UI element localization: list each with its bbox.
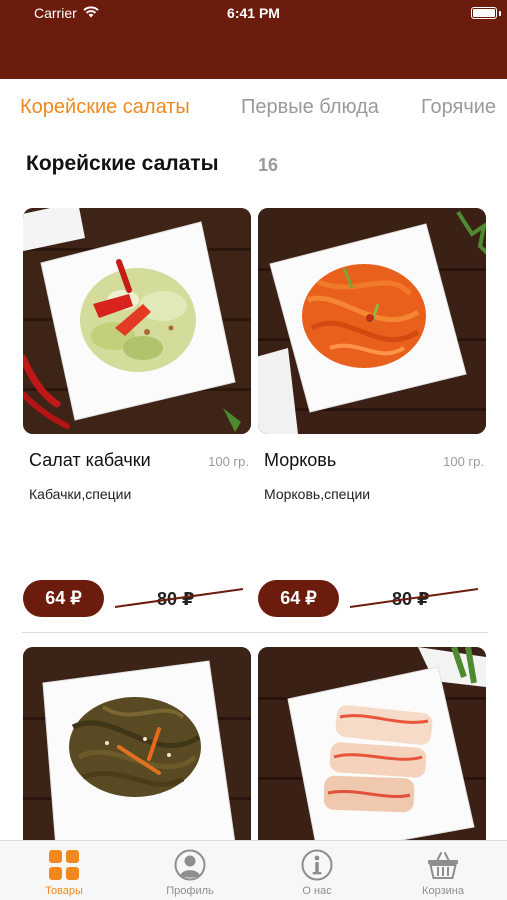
profile-icon bbox=[174, 849, 206, 881]
product-weight: 100 гр. bbox=[208, 454, 249, 469]
bottom-tab-bar: Товары Профиль О нас Корзина bbox=[0, 840, 507, 900]
app-header: Carrier 6:41 PM bbox=[0, 0, 507, 79]
status-bar: Carrier 6:41 PM bbox=[0, 0, 507, 28]
tab-korean-salads[interactable]: Корейские салаты bbox=[20, 96, 190, 119]
basket-icon bbox=[427, 849, 459, 881]
info-icon bbox=[301, 849, 333, 881]
old-price-strike bbox=[350, 588, 479, 608]
nav-item-profile[interactable]: Профиль bbox=[127, 841, 253, 900]
nav-item-cart[interactable]: Корзина bbox=[380, 841, 506, 900]
section-count: 16 bbox=[258, 155, 279, 175]
category-tabs[interactable]: Корейские салаты Первые блюда Горячие bbox=[0, 79, 507, 137]
nav-label: Профиль bbox=[166, 885, 214, 897]
product-weight: 100 гр. bbox=[443, 454, 484, 469]
product-name: Морковь bbox=[264, 450, 337, 470]
row-divider bbox=[22, 632, 488, 633]
tab-hot-dishes[interactable]: Горячие bbox=[421, 96, 496, 119]
nav-label: Корзина bbox=[422, 885, 464, 897]
product-photo-zucchini-salad[interactable] bbox=[23, 208, 251, 434]
status-time: 6:41 PM bbox=[227, 5, 280, 21]
tab-first-courses[interactable]: Первые блюда bbox=[241, 96, 379, 119]
price-button[interactable]: 64 ₽ bbox=[258, 580, 339, 617]
product-description: Кабачки,специи bbox=[29, 486, 132, 502]
battery-icon bbox=[471, 7, 497, 19]
old-price-strike bbox=[115, 588, 244, 608]
battery-tip bbox=[499, 11, 501, 16]
section-title: Корейские салаты bbox=[26, 152, 219, 175]
nav-item-products[interactable]: Товары bbox=[1, 841, 127, 900]
product-description: Морковь,специи bbox=[264, 486, 371, 502]
nav-item-about[interactable]: О нас bbox=[254, 841, 380, 900]
grid-icon bbox=[48, 849, 80, 881]
nav-label: Товары bbox=[45, 885, 83, 897]
nav-label: О нас bbox=[302, 885, 332, 897]
product-photo-carrot-salad[interactable] bbox=[258, 208, 486, 434]
product-name: Салат кабачки bbox=[29, 450, 151, 470]
price-button[interactable]: 64 ₽ bbox=[23, 580, 104, 617]
